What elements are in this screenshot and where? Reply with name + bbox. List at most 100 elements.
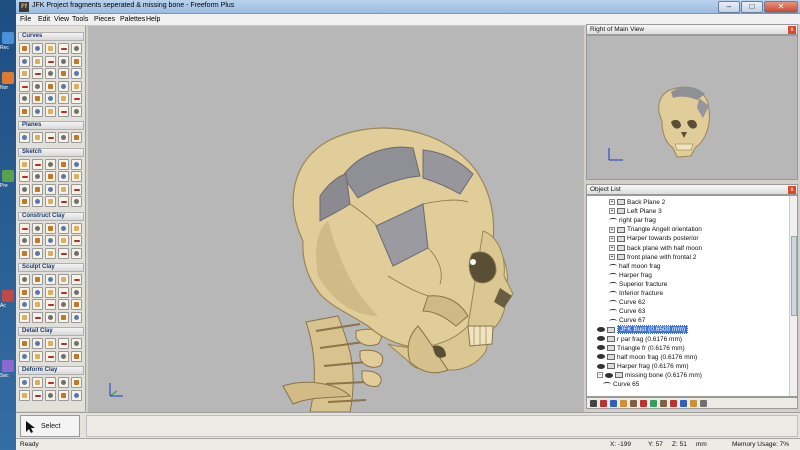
tool-button[interactable] xyxy=(45,274,56,285)
desktop-shortcut-icon[interactable] xyxy=(2,360,14,372)
tool-button[interactable] xyxy=(32,350,43,362)
palette-header-sculpt-clay[interactable]: Sculpt Clay xyxy=(18,263,84,272)
tool-button[interactable] xyxy=(19,377,30,388)
tool-button[interactable] xyxy=(32,183,43,195)
tool-button[interactable] xyxy=(58,43,69,54)
palette-header-curves[interactable]: Curves xyxy=(18,32,84,41)
expand-icon[interactable]: + xyxy=(609,199,615,206)
tool-button[interactable] xyxy=(58,196,69,207)
right-of-main-view[interactable] xyxy=(586,35,798,180)
desktop-shortcut-icon[interactable] xyxy=(2,72,14,84)
tool-button[interactable] xyxy=(19,247,30,259)
tool-button[interactable] xyxy=(45,235,56,246)
tool-button[interactable] xyxy=(58,93,69,104)
tool-button[interactable] xyxy=(19,132,30,143)
tool-button[interactable] xyxy=(32,311,43,323)
tool-button[interactable] xyxy=(32,338,43,349)
object-list-item[interactable]: Triangle fr (0.6176 mm) xyxy=(597,345,685,354)
tool-button[interactable] xyxy=(58,132,69,143)
visibility-eye-icon[interactable] xyxy=(597,363,605,369)
tool-button[interactable] xyxy=(32,222,43,234)
tool-button[interactable] xyxy=(45,43,56,54)
tool-button[interactable] xyxy=(58,338,69,349)
title-bar[interactable]: Ff JFK Project fragments seperated & mis… xyxy=(16,0,800,14)
object-list-item[interactable]: + Harper towards posterior xyxy=(609,235,699,244)
menu-palettes[interactable]: Palettes xyxy=(120,16,145,23)
tool-button[interactable] xyxy=(32,377,43,388)
palette-header-detail-clay[interactable]: Detail Clay xyxy=(18,327,84,336)
object-list-tool-icon[interactable] xyxy=(640,400,647,407)
tool-button[interactable] xyxy=(71,80,82,92)
object-list-item[interactable]: + front plane with frontal 2 xyxy=(609,254,696,263)
tool-button[interactable] xyxy=(58,55,69,67)
tool-button[interactable] xyxy=(71,235,82,246)
object-list-tool-icon[interactable] xyxy=(630,400,637,407)
expand-icon[interactable]: + xyxy=(609,235,615,242)
tool-button[interactable] xyxy=(32,171,43,182)
object-list[interactable]: + Back Plane 2 + Left Plane 3 right par frag… xyxy=(586,195,798,397)
tool-button[interactable] xyxy=(45,299,56,310)
tool-button[interactable] xyxy=(58,247,69,259)
tool-button[interactable] xyxy=(71,338,82,349)
collapse-icon[interactable]: − xyxy=(597,372,603,379)
visibility-eye-icon[interactable] xyxy=(597,345,605,351)
tool-button[interactable] xyxy=(71,274,82,285)
main-3d-view[interactable] xyxy=(88,26,584,413)
tool-button[interactable] xyxy=(58,377,69,388)
tool-button[interactable] xyxy=(32,274,43,285)
tool-button[interactable] xyxy=(32,389,43,401)
tool-button[interactable] xyxy=(45,132,56,143)
object-list-tool-icon[interactable] xyxy=(610,400,617,407)
right-view-panel-title[interactable]: Right of Main View x xyxy=(586,24,798,35)
object-list-item[interactable]: half moon frag (0.6176 mm) xyxy=(597,354,697,363)
visibility-eye-icon[interactable] xyxy=(605,372,613,378)
tool-button[interactable] xyxy=(71,196,82,207)
tool-button[interactable] xyxy=(71,171,82,182)
object-list-item[interactable]: Curve 63 xyxy=(609,308,645,317)
tool-button[interactable] xyxy=(71,286,82,298)
tool-button[interactable] xyxy=(45,105,56,117)
tool-button[interactable] xyxy=(19,235,30,246)
tool-button[interactable] xyxy=(19,299,30,310)
tool-button[interactable] xyxy=(45,183,56,195)
tool-button[interactable] xyxy=(71,311,82,323)
tool-button[interactable] xyxy=(32,132,43,143)
visibility-eye-icon[interactable] xyxy=(597,354,605,360)
object-list-tool-icon[interactable] xyxy=(670,400,677,407)
tool-button[interactable] xyxy=(45,93,56,104)
tool-button[interactable] xyxy=(71,299,82,310)
tool-button[interactable] xyxy=(19,93,30,104)
tool-button[interactable] xyxy=(71,158,82,170)
menu-tools[interactable]: Tools xyxy=(72,16,88,23)
tool-button[interactable] xyxy=(58,80,69,92)
expand-icon[interactable]: + xyxy=(609,253,615,260)
expand-icon[interactable]: + xyxy=(609,208,615,215)
menu-pieces[interactable]: Pieces xyxy=(94,16,115,23)
tool-button[interactable] xyxy=(19,105,30,117)
tool-button[interactable] xyxy=(58,235,69,246)
tool-button[interactable] xyxy=(58,274,69,285)
tool-button[interactable] xyxy=(71,350,82,362)
tool-button[interactable] xyxy=(45,350,56,362)
tool-button[interactable] xyxy=(19,158,30,170)
maximize-button[interactable]: □ xyxy=(741,1,763,13)
expand-icon[interactable]: + xyxy=(609,226,615,233)
object-list-tool-icon[interactable] xyxy=(620,400,627,407)
object-list-item[interactable]: Curve 62 xyxy=(609,299,645,308)
tool-button[interactable] xyxy=(19,43,30,54)
close-icon[interactable]: x xyxy=(788,26,796,34)
tool-button[interactable] xyxy=(58,105,69,117)
tool-button[interactable] xyxy=(19,286,30,298)
menu-help[interactable]: Help xyxy=(146,16,160,23)
tool-button[interactable] xyxy=(58,350,69,362)
tool-button[interactable] xyxy=(71,183,82,195)
tool-button[interactable] xyxy=(58,68,69,79)
tool-button[interactable] xyxy=(19,55,30,67)
tool-button[interactable] xyxy=(45,158,56,170)
tool-button[interactable] xyxy=(58,389,69,401)
object-list-tool-icon[interactable] xyxy=(650,400,657,407)
object-list-tool-icon[interactable] xyxy=(690,400,697,407)
tool-button[interactable] xyxy=(32,235,43,246)
desktop-shortcut-icon[interactable] xyxy=(2,170,14,182)
object-list-item[interactable]: Harper frag xyxy=(609,272,652,281)
